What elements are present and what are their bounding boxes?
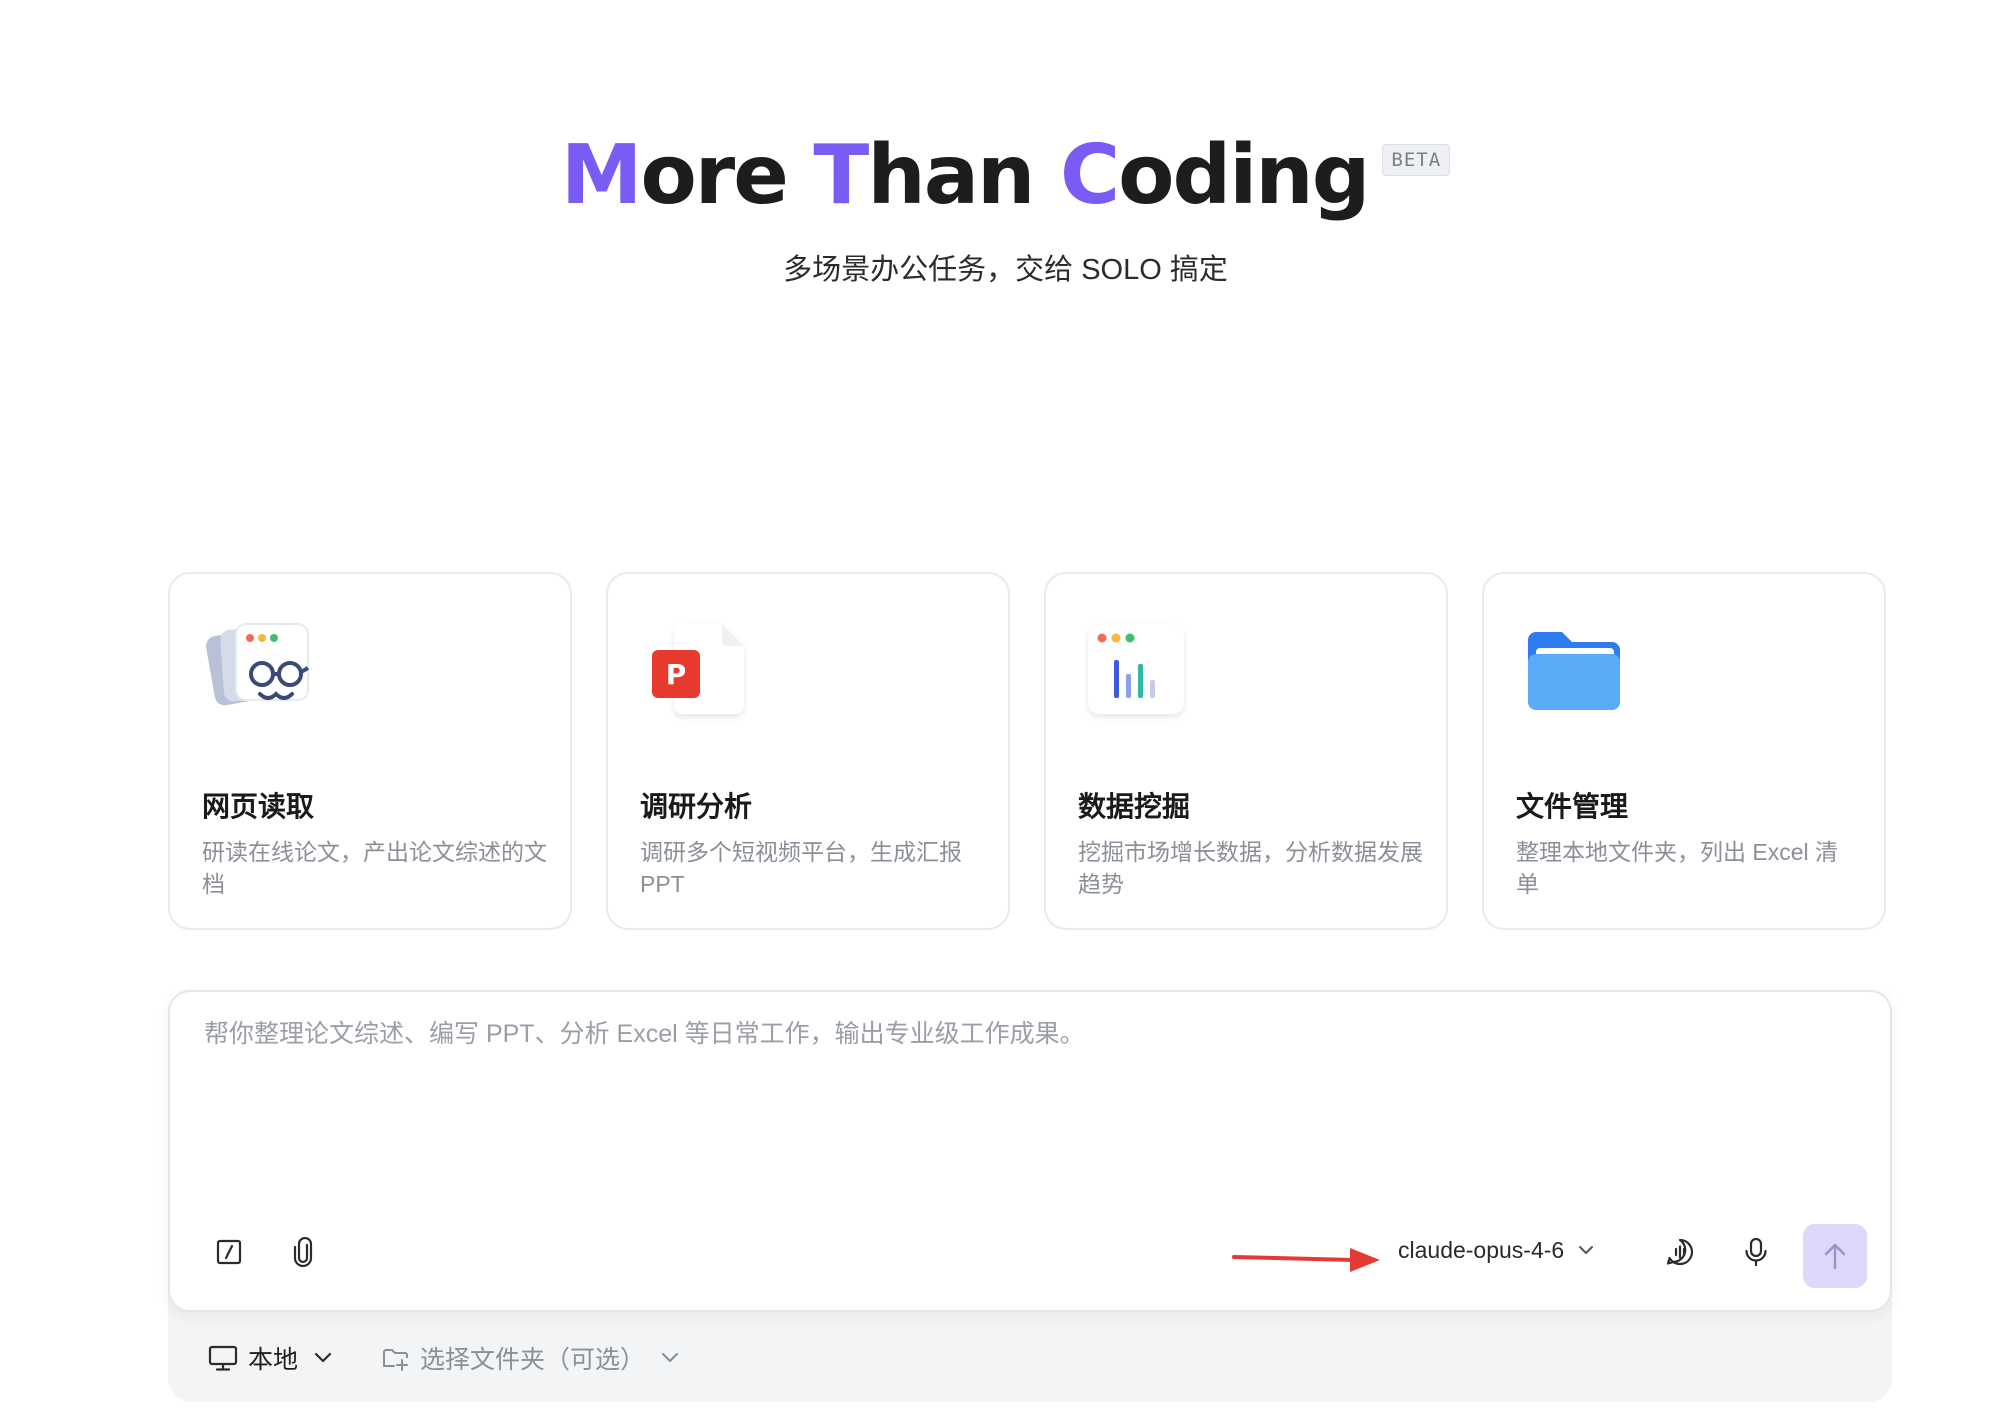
card-description: 研读在线论文，产出论文综述的文档 <box>202 839 547 897</box>
card-title: 数据挖掘 <box>1078 791 1191 822</box>
task-cards: 网页读取 研读在线论文，产出论文综述的文档 P 调研分析 调研多个短视频平台，生… <box>168 572 1886 930</box>
annotation-arrow <box>1232 1248 1380 1272</box>
voice-chat-icon <box>1666 1238 1694 1266</box>
monitor-icon <box>208 1345 238 1371</box>
slash-command-button[interactable] <box>206 1229 252 1275</box>
voice-chat-button[interactable] <box>1657 1229 1703 1275</box>
send-button[interactable] <box>1803 1224 1867 1288</box>
prompt-input[interactable] <box>202 1014 1806 1138</box>
folder-icon <box>1518 618 1638 738</box>
chevron-down-icon <box>314 1352 332 1363</box>
card-title: 调研分析 <box>640 791 753 822</box>
bar-chart-icon <box>1080 618 1200 738</box>
model-name: claude-opus-4-6 <box>1398 1236 1565 1263</box>
card-research-analysis[interactable]: P 调研分析 调研多个短视频平台，生成汇报 PPT <box>606 572 1010 930</box>
prompt-composer: claude-opus-4-6 <box>168 990 1892 1312</box>
arrow-up-icon <box>1824 1243 1846 1270</box>
card-file-management[interactable]: 文件管理 整理本地文件夹，列出 Excel 清单 <box>1482 572 1886 930</box>
title-word: Coding <box>1059 128 1370 223</box>
beta-badge: BETA <box>1382 144 1451 176</box>
card-description: 挖掘市场增长数据，分析数据发展趋势 <box>1078 839 1423 897</box>
environment-label: 本地 <box>248 1346 299 1374</box>
ppt-file-icon: P <box>642 618 762 738</box>
card-description: 调研多个短视频平台，生成汇报 PPT <box>640 839 962 897</box>
paperclip-icon <box>293 1237 313 1267</box>
environment-selector[interactable]: 本地 <box>208 1338 332 1378</box>
card-data-mining[interactable]: 数据挖掘 挖掘市场增长数据，分析数据发展趋势 <box>1044 572 1448 930</box>
chevron-down-icon <box>1579 1246 1594 1254</box>
slash-command-icon <box>216 1239 242 1265</box>
model-selector[interactable]: claude-opus-4-6 <box>1398 1227 1594 1273</box>
microphone-icon <box>1745 1237 1767 1267</box>
web-reader-icon <box>204 618 324 738</box>
hero-subtitle: 多场景办公任务，交给 SOLO 搞定 <box>783 254 1228 286</box>
card-description: 整理本地文件夹，列出 Excel 清单 <box>1516 839 1839 897</box>
hero-title: More Than Coding BETA <box>0 126 2011 226</box>
svg-text:P: P <box>666 658 687 691</box>
card-title: 网页读取 <box>202 791 315 822</box>
folder-label: 选择文件夹（可选） <box>420 1346 646 1374</box>
chevron-down-icon <box>661 1352 679 1363</box>
microphone-button[interactable] <box>1733 1229 1779 1275</box>
card-title: 文件管理 <box>1516 791 1629 822</box>
folder-selector[interactable]: 选择文件夹（可选） <box>380 1338 679 1378</box>
title-word: More <box>560 128 789 223</box>
title-word: Than <box>813 128 1035 223</box>
card-web-reading[interactable]: 网页读取 研读在线论文，产出论文综述的文档 <box>168 572 572 930</box>
attach-file-button[interactable] <box>280 1229 326 1275</box>
folder-add-icon <box>383 1349 408 1371</box>
